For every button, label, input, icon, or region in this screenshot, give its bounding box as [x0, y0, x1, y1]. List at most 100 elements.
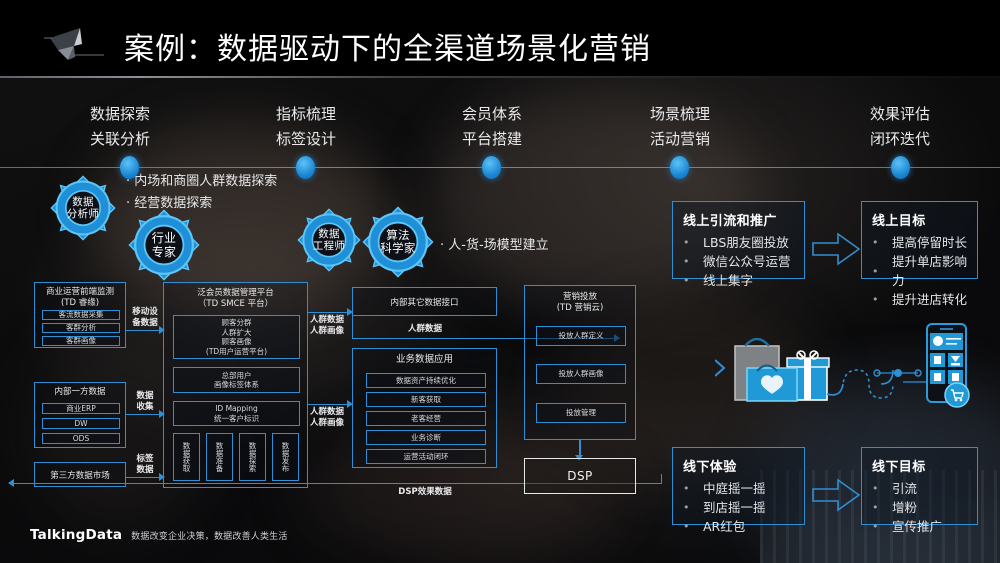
- timeline-label-2-line2: 标签设计: [275, 130, 336, 148]
- timeline-label-4-line1: 场景梳理: [649, 105, 710, 123]
- panel-offline-source-list: • 中庭摇一摇 • 到店摇一摇 • AR红包: [683, 479, 794, 536]
- subbox-audience-profile[interactable]: 投放人群画像: [536, 364, 626, 384]
- subbox-ods[interactable]: ODS: [42, 433, 120, 444]
- list-item[interactable]: • 提高停留时长: [872, 233, 967, 252]
- gear-industry-expert[interactable]: 行业 专家: [128, 209, 200, 281]
- connector-dsp-feedback-v: [661, 474, 662, 484]
- timeline-dot-4[interactable]: [670, 156, 689, 179]
- timeline-dot-3[interactable]: [482, 156, 501, 179]
- footer: TalkingData 数据改变企业决策，数据改善人类生活: [30, 527, 288, 543]
- slide-canvas: 案例：数据驱动下的全渠道场景化营销 数据探索 关联分析 指标梳理 标签设计 会员…: [0, 0, 1000, 563]
- list-item[interactable]: • 引流: [872, 479, 967, 498]
- subbox-customer-segmentation[interactable]: 顾客分群 人群扩大 顾客画像 (TD用户运营平台): [173, 315, 300, 359]
- bullet-dot-icon: •: [683, 236, 690, 249]
- gear-icon: [50, 175, 116, 241]
- subbox-new-customer-acquisition[interactable]: 新客获取: [366, 392, 486, 407]
- panel-online-source[interactable]: 线上引流和推广 • LBS朋友圈投放 • 微信公众号运营 • 线上集字: [672, 201, 805, 288]
- bullet-dot-icon: •: [872, 482, 879, 495]
- vbox-data-acquisition[interactable]: 数据获取: [173, 433, 200, 481]
- box-third-party-market-title: 第三方数据市场: [50, 471, 110, 481]
- box-dsp[interactable]: DSP: [524, 458, 636, 494]
- timeline-dot-2[interactable]: [296, 156, 315, 179]
- timeline-label-1: 数据探索 关联分析: [60, 102, 180, 152]
- subbox-business-diagnosis[interactable]: 业务诊断: [366, 430, 486, 445]
- bullet-dot-icon: •: [683, 520, 690, 533]
- subbox-operation-closed-loop[interactable]: 运营活动闭环: [366, 449, 486, 464]
- gear-icon: [128, 209, 200, 281]
- timeline-label-3-line1: 会员体系: [461, 105, 522, 123]
- list-item[interactable]: • 微信公众号运营: [683, 252, 794, 271]
- subbox-audience-definition[interactable]: 投放人群定义: [536, 326, 626, 346]
- bullet-dot-icon: •: [872, 520, 879, 533]
- bullet-dot-icon: •: [872, 236, 879, 249]
- subbox-customer-analysis[interactable]: 客群分析: [42, 323, 120, 333]
- list-item[interactable]: • 提升单店影响力: [872, 252, 967, 290]
- timeline-label-2: 指标梳理 标签设计: [246, 102, 366, 152]
- flow-label-crowd-data-profile-top: 人群数据 人群画像: [309, 315, 344, 336]
- box-business-data-application-title: 业务数据应用: [395, 354, 453, 365]
- arrow-dsp-feedback: [8, 479, 14, 487]
- panel-offline-source-title: 线下体验: [683, 460, 737, 475]
- paper-plane-logo-icon: [44, 28, 104, 60]
- bullet-inner-crowd-exploration: · 内场和商圈人群数据探索: [126, 174, 278, 189]
- subbox-delivery-management[interactable]: 投放管理: [536, 403, 626, 423]
- subbox-hq-profile-tags[interactable]: 总部用户 画像标签体系: [173, 367, 300, 393]
- list-item[interactable]: • 到店摇一摇: [683, 498, 794, 517]
- flow-label-mobile-device-data: 移动设 备数据: [132, 307, 158, 328]
- timeline-label-1-line2: 关联分析: [89, 130, 150, 148]
- bullet-dot-icon: •: [683, 255, 690, 268]
- timeline-dot-5[interactable]: [891, 156, 910, 179]
- bullet-dot-icon: •: [683, 274, 690, 287]
- header-divider: [0, 76, 1000, 78]
- timeline-label-4: 场景梳理 活动营销: [620, 102, 740, 152]
- gear-data-engineer[interactable]: 数据 工程师: [297, 208, 361, 272]
- timeline-label-3-line2: 平台搭建: [461, 130, 522, 148]
- panel-offline-goal-title: 线下目标: [872, 460, 926, 475]
- subbox-existing-customer-operation[interactable]: 老客经营: [366, 411, 486, 426]
- gear-algorithm-scientist[interactable]: 算法 科学家: [362, 206, 434, 278]
- connector-crowd-data-stub: [352, 316, 353, 338]
- subbox-business-erp[interactable]: 商业ERP: [42, 403, 120, 414]
- box-frontend-monitoring-title: 商业运营前端监测 (TD 睿缘): [45, 287, 114, 308]
- list-item[interactable]: • 宣传推广: [872, 517, 967, 536]
- gear-icon: [297, 208, 361, 272]
- box-internal-first-party-data[interactable]: 内部一方数据 商业ERP DW ODS: [34, 382, 126, 448]
- list-item[interactable]: • AR红包: [683, 517, 794, 536]
- box-marketing-delivery[interactable]: 营销投放 (TD 营销云) 投放人群定义 投放人群画像 投放管理: [524, 285, 636, 440]
- vbox-data-preparation[interactable]: 数据准备: [206, 433, 233, 481]
- list-item[interactable]: • 增粉: [872, 498, 967, 517]
- bullet-operation-data-exploration: · 经营数据探索: [126, 196, 213, 211]
- connector-col1-1: [126, 330, 162, 331]
- box-internal-other-interfaces[interactable]: 内部其它数据接口: [352, 287, 497, 316]
- list-item[interactable]: • 线上集字: [683, 271, 794, 290]
- arrow-online-flow-icon: [812, 232, 860, 266]
- connector-col2-top: [308, 312, 350, 313]
- bullet-dot-icon: •: [872, 501, 879, 514]
- flow-label-crowd-data-profile-bottom: 人群数据 人群画像: [309, 407, 344, 428]
- gear-icon: [362, 206, 434, 278]
- panel-offline-goal-list: • 引流 • 增粉 • 宣传推广: [872, 479, 967, 536]
- subbox-dw[interactable]: DW: [42, 418, 120, 429]
- box-business-data-application[interactable]: 业务数据应用 数据资产持续优化 新客获取 老客经营 业务诊断 运营活动闭环: [352, 348, 497, 468]
- subbox-asset-optimization[interactable]: 数据资产持续优化: [366, 373, 486, 388]
- connector-col2-bottom: [308, 404, 350, 405]
- bullet-dot-icon: •: [872, 264, 879, 278]
- timeline-label-5-line2: 闭环迭代: [869, 130, 930, 148]
- box-frontend-monitoring[interactable]: 商业运营前端监测 (TD 睿缘) 客流数据采集 客群分析 客群画像: [34, 282, 126, 348]
- panel-online-source-title: 线上引流和推广: [683, 214, 777, 229]
- vbox-data-publishing[interactable]: 数据发布: [272, 433, 299, 481]
- list-item[interactable]: • 提升进店转化: [872, 290, 967, 309]
- panel-offline-source[interactable]: 线下体验 • 中庭摇一摇 • 到店摇一摇 • AR红包: [672, 447, 805, 534]
- panel-offline-goal[interactable]: 线下目标 • 引流 • 增粉 • 宣传推广: [861, 447, 978, 534]
- gear-data-analyst[interactable]: 数据 分析师: [50, 175, 116, 241]
- subbox-id-mapping[interactable]: ID Mapping 统一客户标识: [173, 401, 300, 426]
- subbox-traffic-collection[interactable]: 客流数据采集: [42, 310, 120, 320]
- list-item[interactable]: • LBS朋友圈投放: [683, 233, 794, 252]
- panel-online-goal[interactable]: 线上目标 • 提高停留时长 • 提升单店影响力 • 提升进店转化: [861, 201, 978, 307]
- subbox-customer-profile[interactable]: 客群画像: [42, 336, 120, 346]
- panel-online-goal-title: 线上目标: [872, 214, 926, 229]
- list-item[interactable]: • 中庭摇一摇: [683, 479, 794, 498]
- box-smce-platform[interactable]: 泛会员数据管理平台 （TD SMCE 平台） 顾客分群 人群扩大 顾客画像 (T…: [163, 282, 308, 488]
- vbox-data-exploration[interactable]: 数据探索: [239, 433, 266, 481]
- flow-label-tag-data: 标签 数据: [136, 454, 154, 475]
